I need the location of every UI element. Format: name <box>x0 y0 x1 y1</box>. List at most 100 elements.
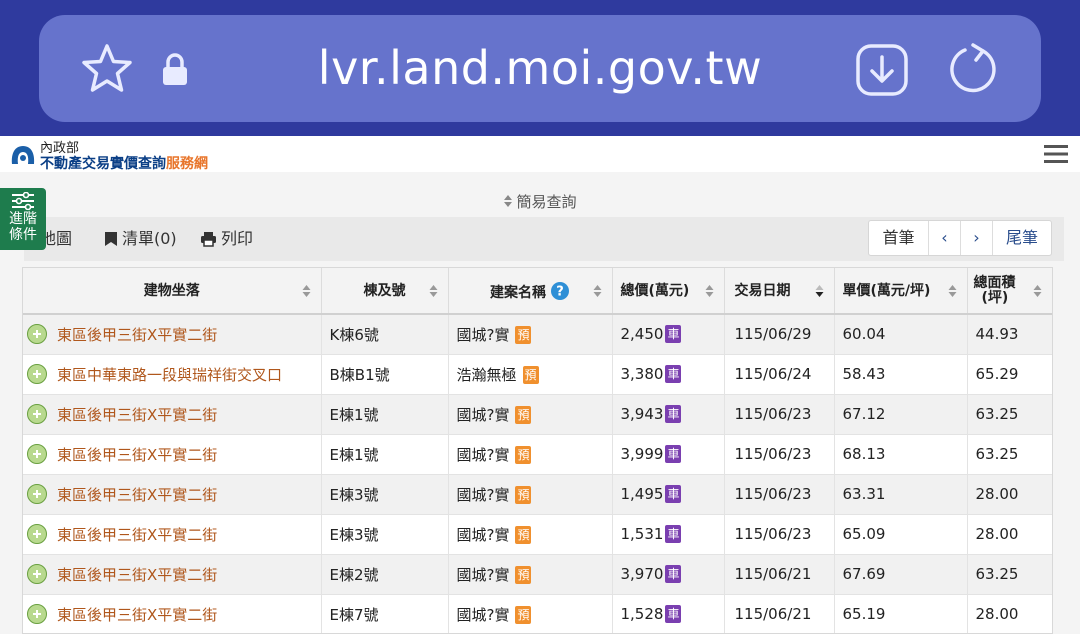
last-page-button[interactable]: 尾筆 <box>993 221 1051 255</box>
site-name: 不動產交易實價查詢 <box>40 156 166 172</box>
address-cell[interactable]: 東區後甲三街X平實二街 <box>23 514 322 555</box>
address-cell[interactable]: 東區中華東路一段與瑞祥街交叉口 <box>23 354 322 395</box>
sort-icon <box>1033 284 1042 297</box>
price-text: 3,999 <box>620 445 664 463</box>
address-text[interactable]: 東區後甲三街X平實二街 <box>57 326 217 344</box>
table-row[interactable]: 東區後甲三街X平實二街 E棟1號 國城?實預 3,943 車 115/06/23 67.12… <box>23 394 1052 435</box>
col-header-project[interactable]: 建案名稱? <box>448 268 613 315</box>
address-text[interactable]: 東區後甲三街X平實二街 <box>57 446 217 464</box>
area-cell: 28.00 <box>967 594 1052 633</box>
reload-icon[interactable] <box>945 41 1001 97</box>
expand-plus-icon[interactable] <box>27 523 47 544</box>
first-page-button[interactable]: 首筆 <box>869 221 929 255</box>
sort-toggle-icon <box>504 195 513 207</box>
area-cell: 28.00 <box>967 514 1052 555</box>
address-text[interactable]: 東區後甲三街X平實二街 <box>57 566 217 584</box>
address-text[interactable]: 東區後甲三街X平實二街 <box>57 606 217 624</box>
advanced-filter-button[interactable]: 進階 條件 <box>0 188 46 250</box>
unit-price-cell: 60.04 <box>834 314 968 355</box>
price-cell: 1,495 車 <box>612 474 725 515</box>
table-row[interactable]: 東區後甲三街X平實二街 E棟7號 國城?實預 1,528 車 115/06/21 65.19… <box>23 594 1052 633</box>
advanced-label-line1: 進階 <box>9 211 37 227</box>
presale-badge: 預 <box>515 325 532 344</box>
col-header-price[interactable]: 總價(萬元) <box>612 268 725 315</box>
expand-plus-icon[interactable] <box>27 483 47 504</box>
address-cell[interactable]: 東區後甲三街X平實二街 <box>23 434 322 475</box>
table-body: 東區後甲三街X平實二街 K棟6號 國城?實預 2,450 車 115/06/29 60.04… <box>23 314 1052 633</box>
sort-desc-icon <box>815 284 823 297</box>
unit-price-cell: 65.19 <box>834 594 968 633</box>
simple-query-toggle[interactable]: 簡易查詢 <box>0 191 1080 212</box>
presale-badge: 預 <box>515 565 532 584</box>
table-header-row: 建物坐落 棟及號 建案名稱? 總價(萬元) 交易日期 單價(萬元/坪) 總面積(… <box>23 268 1052 315</box>
table-row[interactable]: 東區後甲三街X平實二街 E棟1號 國城?實預 3,999 車 115/06/23 68.13… <box>23 434 1052 475</box>
area-cell: 63.25 <box>967 394 1052 435</box>
project-text: 國城?實 <box>456 325 510 344</box>
area-cell: 63.25 <box>967 434 1052 475</box>
col-header-unit[interactable]: 棟及號 <box>321 268 449 315</box>
area-label-line2: (坪) <box>981 289 1009 306</box>
print-button[interactable]: 列印 <box>200 217 253 261</box>
prev-page-button[interactable]: ‹ <box>929 221 961 255</box>
address-cell[interactable]: 東區後甲三街X平實二街 <box>23 594 322 633</box>
expand-plus-icon[interactable] <box>27 443 47 464</box>
download-icon[interactable] <box>855 43 909 97</box>
address-text[interactable]: 東區後甲三街X平實二街 <box>57 406 217 424</box>
expand-plus-icon[interactable] <box>27 563 47 584</box>
presale-badge: 預 <box>515 485 532 504</box>
sort-icon <box>302 284 310 297</box>
table-row[interactable]: 東區後甲三街X平實二街 E棟2號 國城?實預 3,970 車 115/06/21 67.69… <box>23 554 1052 595</box>
date-cell: 115/06/23 <box>724 434 835 475</box>
col-header-label: 建物坐落 <box>143 282 200 299</box>
site-suffix: 服務網 <box>166 156 208 172</box>
price-cell: 3,999 車 <box>612 434 725 475</box>
project-text: 國城?實 <box>456 485 510 504</box>
address-cell[interactable]: 東區後甲三街X平實二街 <box>23 394 322 435</box>
unit-price-cell: 58.43 <box>834 354 968 395</box>
parking-badge: 車 <box>665 365 682 383</box>
col-header-label: 建案名稱 <box>490 284 546 301</box>
price-cell: 1,528 車 <box>612 594 725 633</box>
ministry-logo-icon[interactable] <box>10 144 36 166</box>
project-text: 浩瀚無極 <box>456 365 517 384</box>
address-bar[interactable]: lvr.land.moi.gov.tw <box>39 15 1041 122</box>
list-button[interactable]: 清單(0) <box>104 217 177 261</box>
table-row[interactable]: 東區後甲三街X平實二街 E棟3號 國城?實預 1,495 車 115/06/23 63.31… <box>23 474 1052 515</box>
expand-plus-icon[interactable] <box>27 603 47 624</box>
col-header-label: 總價(萬元) <box>620 282 690 299</box>
expand-plus-icon[interactable] <box>27 363 47 384</box>
col-header-address[interactable]: 建物坐落 <box>23 268 322 315</box>
expand-plus-icon[interactable] <box>27 403 47 424</box>
date-cell: 115/06/29 <box>724 314 835 355</box>
address-cell[interactable]: 東區後甲三街X平實二街 <box>23 314 322 355</box>
col-header-date[interactable]: 交易日期 <box>724 268 835 315</box>
address-cell[interactable]: 東區後甲三街X平實二街 <box>23 474 322 515</box>
address-text[interactable]: 東區後甲三街X平實二街 <box>57 526 217 544</box>
date-cell: 115/06/21 <box>724 554 835 595</box>
table-row[interactable]: 東區後甲三街X平實二街 K棟6號 國城?實預 2,450 車 115/06/29 60.04… <box>23 314 1052 355</box>
date-cell: 115/06/23 <box>724 474 835 515</box>
address-cell[interactable]: 東區後甲三街X平實二街 <box>23 554 322 595</box>
table-row[interactable]: 東區中華東路一段與瑞祥街交叉口 B棟B1號 浩瀚無極預 3,380 車 115/06/24… <box>23 354 1052 395</box>
parking-badge: 車 <box>665 565 682 583</box>
simple-query-label: 簡易查詢 <box>516 193 577 211</box>
col-header-area[interactable]: 總面積 (坪) <box>967 268 1052 315</box>
unit-cell: E棟3號 <box>321 514 449 555</box>
site-header: 內政部 不動產交易實價查詢服務網 <box>0 136 1080 172</box>
hamburger-menu-icon[interactable] <box>1044 144 1068 164</box>
expand-plus-icon[interactable] <box>27 323 47 344</box>
project-text: 國城?實 <box>456 405 510 424</box>
list-label: 清單(0) <box>122 229 177 248</box>
site-title[interactable]: 不動產交易實價查詢服務網 <box>40 153 208 173</box>
price-text: 3,970 <box>620 565 664 583</box>
area-cell: 65.29 <box>967 354 1052 395</box>
address-text[interactable]: 東區後甲三街X平實二街 <box>57 486 217 504</box>
address-text[interactable]: 東區中華東路一段與瑞祥街交叉口 <box>57 366 282 384</box>
project-text: 國城?實 <box>456 525 510 544</box>
col-header-unit-price[interactable]: 單價(萬元/坪) <box>834 268 968 315</box>
table-row[interactable]: 東區後甲三街X平實二街 E棟3號 國城?實預 1,531 車 115/06/23 65.09… <box>23 514 1052 555</box>
next-page-button[interactable]: › <box>961 221 993 255</box>
parking-badge: 車 <box>665 605 682 623</box>
unit-cell: K棟6號 <box>321 314 449 355</box>
help-icon[interactable]: ? <box>550 281 570 301</box>
